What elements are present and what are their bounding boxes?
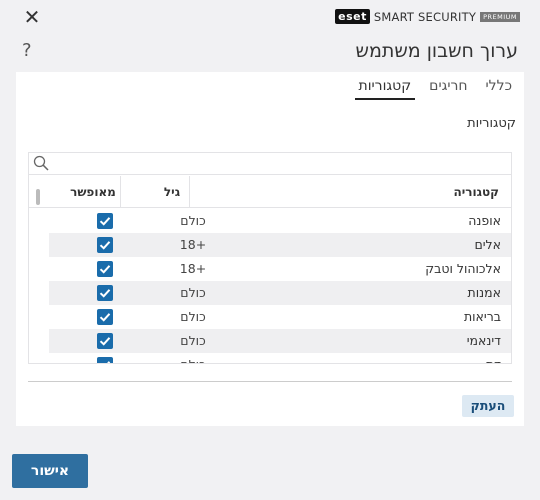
table-row[interactable]: בריאות כולם [49,305,511,329]
category-cell: אלים [474,237,501,252]
tab-general[interactable]: כללי [482,76,516,100]
allowed-checkbox[interactable] [97,309,113,325]
allowed-checkbox[interactable] [97,237,113,253]
help-icon: ? [22,40,32,61]
tab-categories[interactable]: קטגוריות [354,76,416,100]
column-divider [120,176,121,208]
category-cell: דת [486,353,501,363]
category-cell: בריאות [463,309,501,324]
category-cell: אופנה [468,213,501,228]
column-divider [189,176,190,208]
allowed-checkbox[interactable] [97,357,113,363]
allowed-checkbox[interactable] [97,213,113,229]
table-row[interactable]: אופנה כולם [49,209,511,233]
table-search[interactable] [29,153,511,175]
allowed-checkbox[interactable] [97,285,113,301]
header-allowed[interactable]: מאופשר [67,176,119,208]
age-cell[interactable]: +18 [167,233,219,257]
checkmark-icon [107,361,111,363]
copy-button[interactable]: העתק [462,395,514,417]
eset-logo: eset [335,9,370,24]
age-cell[interactable]: כולם [167,209,219,233]
age-cell[interactable]: כולם [167,281,219,305]
age-cell[interactable]: +18 [167,257,219,281]
ok-button[interactable]: אישור [12,454,88,488]
content-card: כללי חריגים קטגוריות קטגוריות קטגוריה גי… [16,72,524,426]
table-row[interactable]: אלים +18 [49,233,511,257]
age-cell[interactable]: כולם [167,329,219,353]
header-category[interactable]: קטגוריה [454,176,499,208]
page-title: ערוך חשבון משתמש [355,40,518,62]
table-row[interactable]: אלכוהול וטבק +18 [49,257,511,281]
table-row[interactable]: אמנות כולם [49,281,511,305]
tab-exceptions[interactable]: חריגים [425,76,471,100]
help-button[interactable]: ? [22,40,32,61]
checkmark-icon [99,337,111,346]
edition-badge: PREMIUM [480,11,520,22]
close-icon: ✕ [23,5,41,29]
checkmark-icon [99,265,111,274]
age-cell[interactable]: כולם [167,305,219,329]
categories-table: קטגוריה גיל מאופשר אופנה כולם אלים +18 א… [28,152,512,364]
age-cell[interactable]: כולם [167,353,219,363]
close-button[interactable]: ✕ [20,6,44,28]
checkmark-icon [99,241,111,250]
checkmark-icon [99,313,111,322]
checkmark-icon [99,289,111,298]
category-cell: אמנות [467,285,501,300]
category-cell: דינאמי [466,333,501,348]
checkmark-icon [99,217,111,226]
brand-logo: eset SMART SECURITY PREMIUM [335,9,520,24]
tab-bar: כללי חריגים קטגוריות [354,76,516,100]
allowed-checkbox[interactable] [97,333,113,349]
table-header: קטגוריה גיל מאופשר [29,176,511,208]
header-age[interactable]: גיל [157,176,187,208]
product-name: SMART SECURITY [373,9,477,24]
table-row[interactable]: דינאמי כולם [49,329,511,353]
section-title: קטגוריות [467,116,516,131]
table-row[interactable]: דת כולם [49,353,511,363]
divider [28,381,512,382]
allowed-checkbox[interactable] [97,261,113,277]
category-cell: אלכוהול וטבק [425,261,501,276]
table-body: אופנה כולם אלים +18 אלכוהול וטבק +18 אמנ… [49,209,511,363]
search-icon[interactable] [33,155,49,171]
